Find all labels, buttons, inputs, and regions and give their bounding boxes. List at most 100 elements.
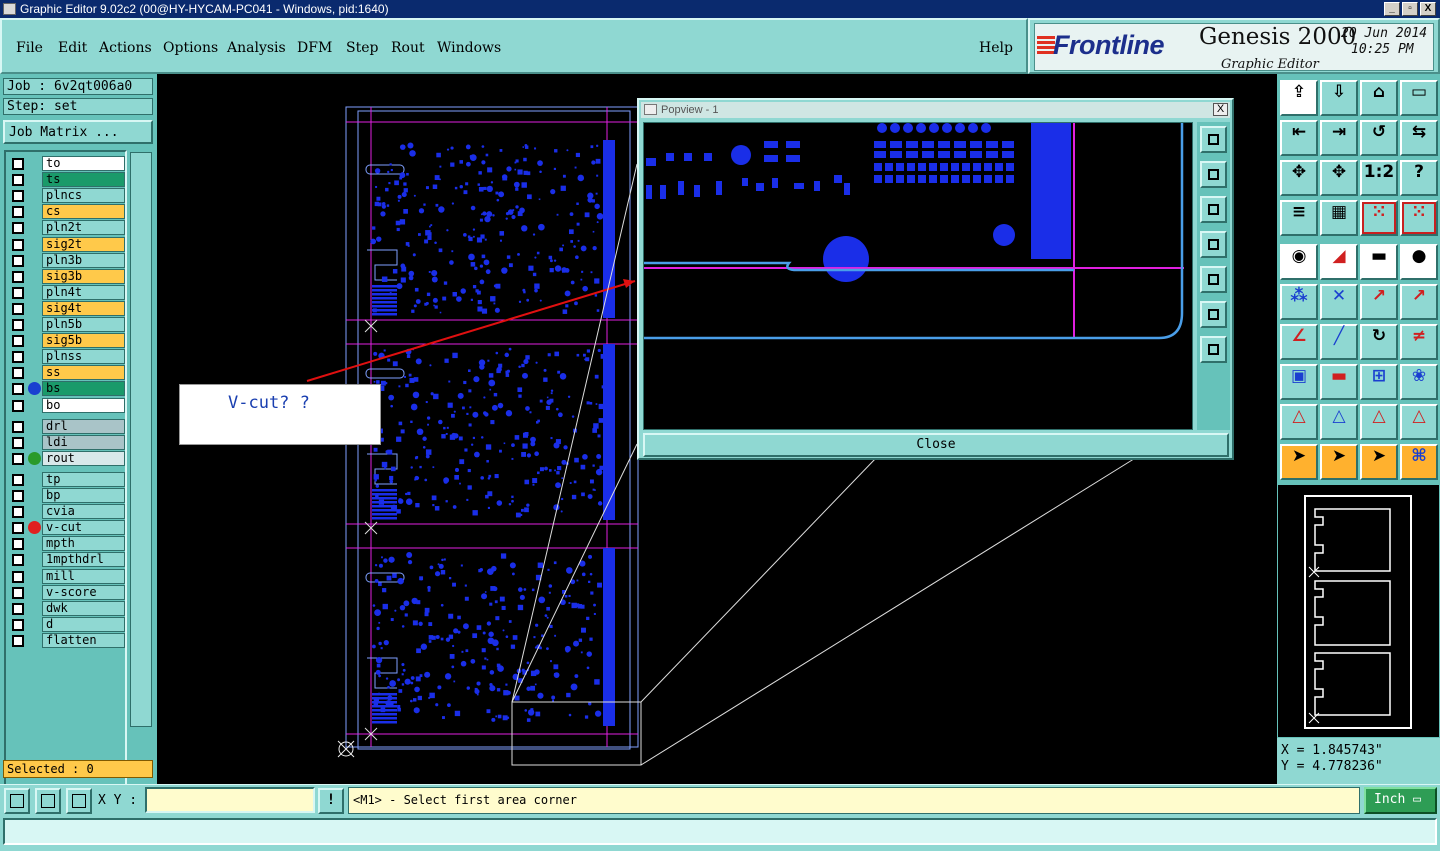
menu-rout[interactable]: Rout (391, 40, 425, 56)
layer-row-ts[interactable]: ts (9, 172, 127, 188)
layer-row-sig3b[interactable]: sig3b (9, 268, 127, 284)
layer-checkbox[interactable] (12, 420, 24, 433)
layer-checkbox[interactable] (12, 319, 24, 331)
layer-name[interactable]: pln2t (42, 220, 125, 236)
pan-left-button[interactable] (1200, 231, 1227, 258)
layer-name[interactable]: bo (42, 397, 125, 413)
layer-name[interactable]: tp (42, 471, 125, 487)
layer-name[interactable]: bs (42, 381, 125, 397)
split-button[interactable]: ≠ (1400, 324, 1438, 360)
popview-canvas[interactable] (643, 122, 1193, 430)
layer-row-dwk[interactable]: dwk (9, 600, 127, 616)
layer-row-tp[interactable]: tp (9, 471, 127, 487)
mirror-view-button[interactable]: ⇆ (1400, 120, 1438, 156)
resize-button[interactable]: ▣ (1280, 364, 1318, 400)
layer-checkbox[interactable] (12, 351, 24, 364)
drc-b-button[interactable]: △ (1320, 404, 1358, 440)
layer-checkbox[interactable] (12, 190, 24, 203)
contour-button[interactable]: ⊞ (1360, 364, 1398, 400)
layer-checkbox[interactable] (12, 522, 24, 535)
connect-nodes-button[interactable]: ⁂ (1280, 284, 1318, 320)
layer-checkbox[interactable] (12, 270, 24, 283)
delete-button[interactable]: ✕ (1320, 284, 1358, 320)
layer-checkbox[interactable] (12, 554, 24, 567)
popview-close-button[interactable]: Close (643, 433, 1229, 457)
zoom-center-button[interactable]: ✥ (1320, 160, 1358, 196)
layer-row-1mpthdrl[interactable]: 1mpthdrl (9, 552, 127, 568)
menu-dfm[interactable]: DFM (297, 40, 332, 56)
layer-checkbox[interactable] (12, 238, 24, 251)
layer-checkbox[interactable] (12, 602, 24, 615)
layer-name[interactable]: drl (42, 418, 125, 434)
measure-ruler-button[interactable]: ▬ (1360, 244, 1398, 280)
layer-row-plncs[interactable]: plncs (9, 188, 127, 204)
fill-button[interactable]: ● (1400, 244, 1438, 280)
open-job-button[interactable]: ⇪ (1280, 80, 1318, 116)
popview-zoom-view[interactable] (644, 123, 1193, 430)
layer-name[interactable]: mill (42, 568, 125, 584)
layer-name[interactable]: 1mpthdrl (42, 552, 125, 568)
layer-checkbox[interactable] (12, 286, 24, 299)
layer-row-bs[interactable]: bs (9, 381, 127, 397)
zoom-fit-button[interactable] (1200, 126, 1227, 153)
minimize-button[interactable]: _ (1384, 2, 1400, 16)
menu-edit[interactable]: Edit (58, 40, 87, 56)
layer-checkbox[interactable] (12, 452, 24, 465)
layer-row-flatten[interactable]: flatten (9, 632, 127, 648)
zoom-out-button[interactable] (1200, 336, 1227, 363)
layer-row-sig2t[interactable]: sig2t (9, 236, 127, 252)
layer-checkbox[interactable] (12, 222, 24, 235)
copy-button[interactable]: ↗ (1400, 284, 1438, 320)
netlist-b-button[interactable]: ⁙ (1400, 200, 1438, 236)
layer-row-pln5b[interactable]: pln5b (9, 317, 127, 332)
layer-row-bp[interactable]: bp (9, 488, 127, 503)
layer-name[interactable]: pln5b (42, 317, 125, 332)
arc-button[interactable]: ↻ (1360, 324, 1398, 360)
units-button[interactable]: Inch ▭ (1364, 787, 1437, 814)
maximize-button[interactable]: ▫ (1402, 2, 1418, 16)
snap-button[interactable]: ≡ (1280, 200, 1318, 236)
undo-view-button[interactable]: ⇤ (1280, 120, 1318, 156)
layer-checkbox[interactable] (12, 206, 24, 219)
menu-step[interactable]: Step (346, 40, 378, 56)
exclaim-button[interactable]: ! (318, 788, 344, 814)
grid-snap-button[interactable] (66, 788, 92, 814)
layer-checkbox[interactable] (12, 538, 24, 551)
select-button[interactable]: ➤ (1280, 444, 1318, 480)
select-area-button[interactable]: ➤ (1360, 444, 1398, 480)
xy-input[interactable] (145, 787, 315, 813)
layer-name[interactable]: dwk (42, 600, 125, 616)
layer-row-plnss[interactable]: plnss (9, 349, 127, 365)
zoom-in-button[interactable] (1200, 301, 1227, 328)
layer-checkbox[interactable] (12, 174, 24, 187)
layer-name[interactable]: rout (42, 450, 125, 466)
cut-button[interactable]: ▬ (1320, 364, 1358, 400)
layer-checkbox[interactable] (12, 570, 24, 583)
pan-right-button[interactable] (1200, 266, 1227, 293)
layer-row-pln3b[interactable]: pln3b (9, 252, 127, 268)
line-button[interactable]: ╱ (1320, 324, 1358, 360)
layer-name[interactable]: sig5b (42, 333, 125, 349)
layer-row-pln4t[interactable]: pln4t (9, 284, 127, 300)
home-button[interactable]: ⌂ (1360, 80, 1398, 116)
menu-actions[interactable]: Actions (99, 40, 152, 56)
redo-view-button[interactable]: ⇥ (1320, 120, 1358, 156)
layer-checkbox[interactable] (12, 302, 24, 315)
layer-name[interactable]: ts (42, 172, 125, 188)
layer-name[interactable]: v-cut (42, 520, 125, 536)
layer-name[interactable]: sig4t (42, 300, 125, 316)
save-button[interactable]: ⇩ (1320, 80, 1358, 116)
grid-button[interactable]: ▦ (1320, 200, 1358, 236)
layer-row-to[interactable]: to (9, 156, 127, 171)
layer-name[interactable]: ldi (42, 434, 125, 450)
rotate-view-button[interactable]: ↺ (1360, 120, 1398, 156)
layer-row-v-score[interactable]: v-score (9, 584, 127, 600)
layer-row-mill[interactable]: mill (9, 568, 127, 584)
layer-name[interactable]: pln3b (42, 252, 125, 268)
layer-name[interactable]: v-score (42, 584, 125, 600)
layer-checkbox[interactable] (12, 436, 24, 449)
layer-row-rout[interactable]: rout (9, 450, 127, 466)
menu-file[interactable]: File (16, 40, 43, 56)
layer-name[interactable]: sig3b (42, 268, 125, 284)
layer-name[interactable]: flatten (42, 632, 125, 648)
